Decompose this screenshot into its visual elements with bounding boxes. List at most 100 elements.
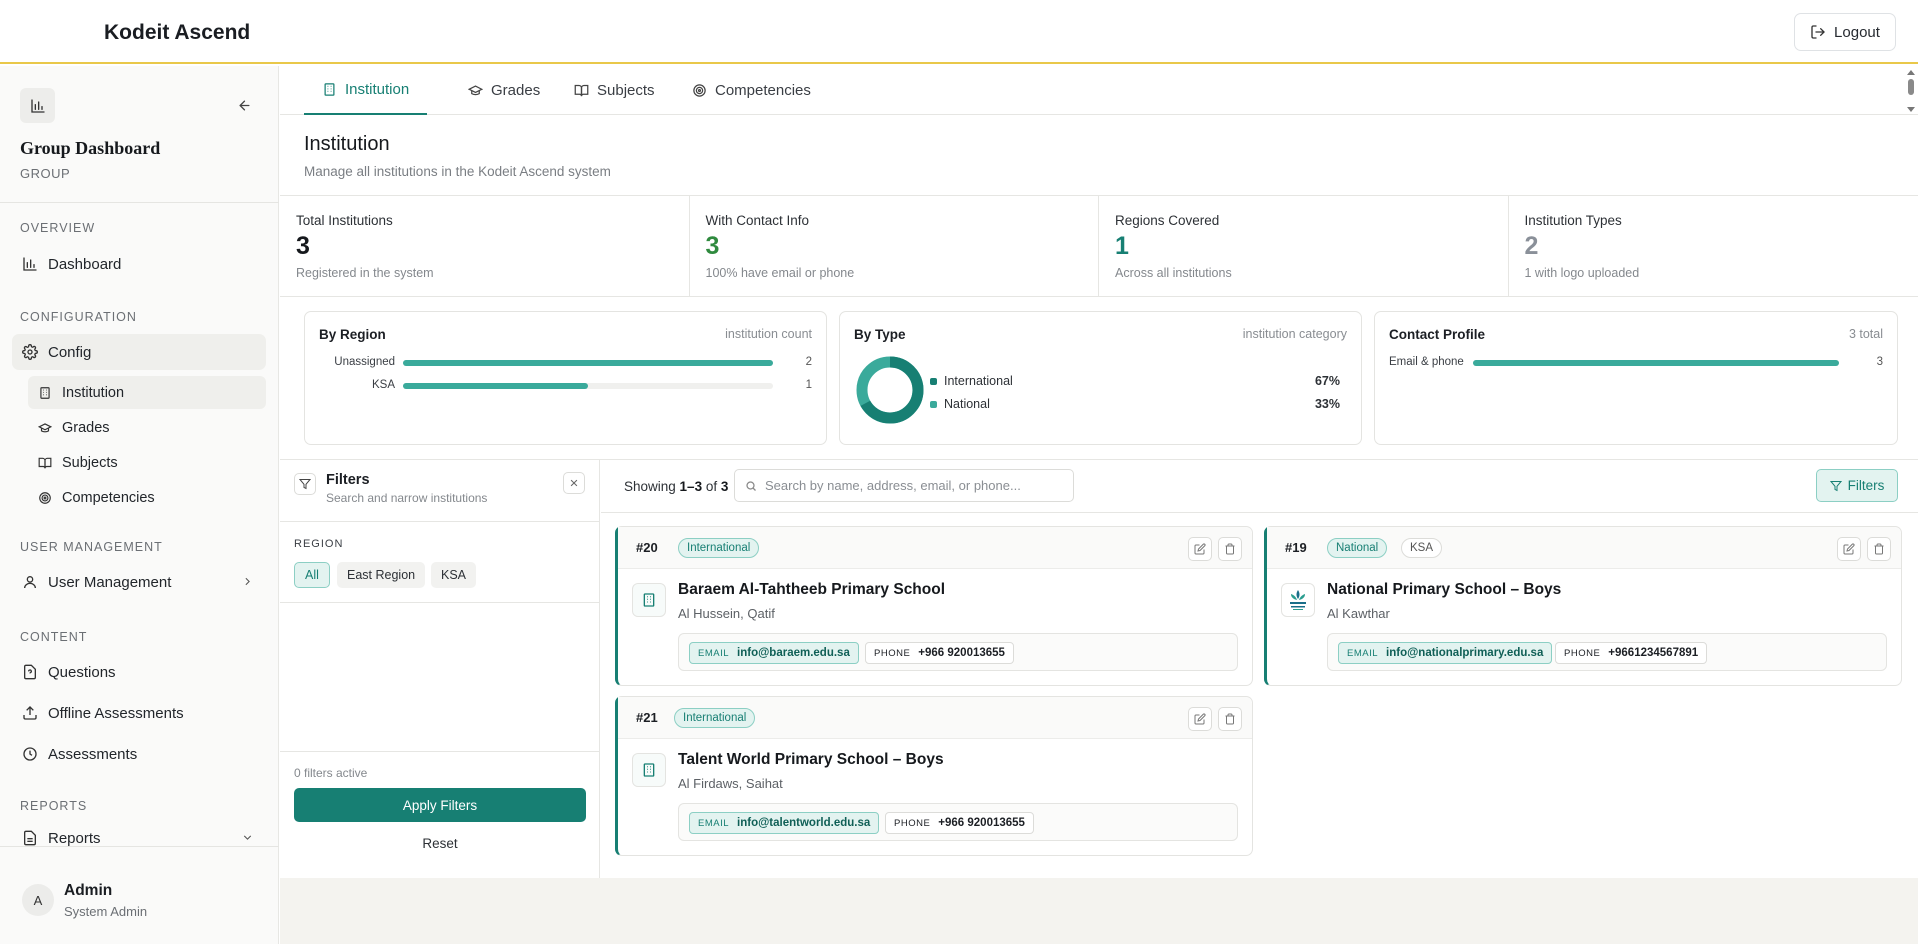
delete-button[interactable] bbox=[1867, 537, 1891, 561]
close-icon bbox=[570, 479, 578, 487]
logout-label: Logout bbox=[1834, 23, 1880, 41]
building-icon bbox=[632, 583, 666, 617]
card-header: #20 International bbox=[618, 527, 1252, 569]
legend-dot bbox=[930, 400, 937, 408]
sidebar-subitem-institution[interactable]: Institution bbox=[28, 376, 266, 409]
book-icon bbox=[574, 84, 589, 97]
summary-cards: By Region institution count Unassigned 2… bbox=[304, 311, 1898, 445]
tab-bar: Institution Grades Subjects Competencies bbox=[280, 66, 1918, 115]
phone-key: PHONE bbox=[894, 817, 931, 829]
institution-id: #21 bbox=[636, 710, 658, 725]
sidebar-subitem-grades[interactable]: Grades bbox=[28, 411, 266, 444]
sidebar-item-label: Questions bbox=[48, 663, 116, 681]
delete-button[interactable] bbox=[1218, 707, 1242, 731]
building-icon bbox=[40, 386, 50, 399]
graduation-cap-icon bbox=[468, 85, 483, 96]
filter-icon bbox=[294, 473, 316, 495]
results-divider bbox=[601, 512, 1918, 513]
phone-value: +966 920013655 bbox=[938, 817, 1025, 829]
by-type-card: By Type institution category Internation… bbox=[839, 311, 1362, 445]
gear-icon bbox=[22, 344, 38, 360]
phone-pill[interactable]: PHONE +966 920013655 bbox=[885, 812, 1034, 834]
school-logo bbox=[1281, 583, 1315, 617]
institution-name: National Primary School – Boys bbox=[1327, 581, 1562, 598]
edit-icon bbox=[1843, 543, 1855, 555]
stat-note: 100% have email or phone bbox=[705, 266, 855, 280]
search-input[interactable] bbox=[765, 478, 1065, 493]
phone-pill[interactable]: PHONE +966 920013655 bbox=[865, 642, 1014, 664]
top-bar: Kodeit Ascend Logout bbox=[0, 0, 1918, 64]
sidebar-item-label: Assessments bbox=[48, 745, 138, 763]
stat-note: Across all institutions bbox=[1115, 266, 1232, 280]
bar-chart-icon bbox=[20, 88, 55, 123]
stat-label: Institution Types bbox=[1524, 213, 1622, 228]
region-chip-all[interactable]: All bbox=[294, 562, 330, 588]
tab-scrollbar[interactable] bbox=[1906, 68, 1916, 114]
sidebar-item-dashboard[interactable]: Dashboard bbox=[12, 246, 266, 282]
close-filters-button[interactable] bbox=[563, 472, 585, 494]
panel-note: institution count bbox=[725, 327, 812, 341]
results-prefix: Showing bbox=[624, 479, 680, 494]
sidebar-item-assessments[interactable]: Assessments bbox=[12, 736, 266, 772]
phone-key: PHONE bbox=[1564, 647, 1601, 659]
region-chip-east-region[interactable]: East Region bbox=[337, 562, 426, 588]
bar-track bbox=[403, 360, 773, 366]
sidebar-subitem-competencies[interactable]: Competencies bbox=[28, 481, 266, 514]
sidebar-item-user-management[interactable]: User Management bbox=[12, 564, 266, 600]
card-header: #19 National KSA bbox=[1267, 527, 1901, 569]
region-chip-ksa[interactable]: KSA bbox=[431, 562, 477, 588]
stat-note: 1 with logo uploaded bbox=[1524, 266, 1640, 280]
type-badge: National bbox=[1327, 538, 1388, 558]
chevron-down-icon bbox=[243, 835, 252, 840]
sidebar-subitem-subjects[interactable]: Subjects bbox=[28, 446, 266, 479]
edit-button[interactable] bbox=[1837, 537, 1861, 561]
graduation-cap-icon bbox=[38, 422, 52, 432]
email-pill[interactable]: EMAIL info@nationalprimary.edu.sa bbox=[1338, 642, 1553, 664]
legend-label: International bbox=[944, 374, 1013, 388]
panel-title: By Region bbox=[319, 327, 386, 342]
email-key: EMAIL bbox=[1347, 647, 1379, 659]
institution-card[interactable]: #21 International Talent World Primary S… bbox=[615, 696, 1253, 856]
phone-pill[interactable]: PHONE +9661234567891 bbox=[1555, 642, 1708, 664]
reset-filters-button[interactable]: Reset bbox=[294, 828, 586, 858]
tab-competencies[interactable]: Competencies bbox=[674, 66, 829, 115]
bar-value: 3 bbox=[1876, 356, 1883, 368]
collapse-sidebar-button[interactable] bbox=[233, 94, 255, 116]
tab-label: Institution bbox=[345, 81, 410, 98]
sidebar-item-label: Reports bbox=[48, 829, 101, 847]
stat-note: Registered in the system bbox=[296, 266, 434, 280]
sidebar-item-questions[interactable]: Questions bbox=[12, 654, 266, 690]
email-pill[interactable]: EMAIL info@talentworld.edu.sa bbox=[689, 812, 880, 834]
tab-grades[interactable]: Grades bbox=[450, 66, 558, 115]
delete-button[interactable] bbox=[1218, 537, 1242, 561]
sidebar-item-reports[interactable]: Reports bbox=[12, 823, 266, 853]
section-overview: OVERVIEW bbox=[20, 221, 96, 235]
sidebar-item-config[interactable]: Config bbox=[12, 334, 266, 370]
filters-toggle-button[interactable]: Filters bbox=[1816, 469, 1898, 502]
upload-icon bbox=[23, 706, 37, 720]
logout-button[interactable]: Logout bbox=[1794, 13, 1896, 51]
filter-icon bbox=[1829, 480, 1842, 491]
stat-value: 3 bbox=[296, 232, 310, 260]
email-pill[interactable]: EMAIL info@baraem.edu.sa bbox=[689, 642, 859, 664]
filters-divider bbox=[280, 751, 600, 752]
stat-value: 2 bbox=[1524, 232, 1539, 260]
tab-subjects[interactable]: Subjects bbox=[556, 66, 673, 115]
stat-value: 1 bbox=[1115, 232, 1129, 260]
target-icon bbox=[39, 491, 51, 504]
institution-card[interactable]: #20 International Baraem Al-Tahtheeb Pri… bbox=[615, 526, 1253, 686]
institution-card[interactable]: #19 National KSA National Primary School… bbox=[1264, 526, 1902, 686]
edit-button[interactable] bbox=[1188, 537, 1212, 561]
sidebar-item-label: Dashboard bbox=[48, 255, 122, 273]
tab-institution[interactable]: Institution bbox=[304, 66, 428, 115]
apply-filters-button[interactable]: Apply Filters bbox=[294, 788, 586, 822]
building-icon bbox=[324, 83, 335, 96]
file-text-icon bbox=[24, 830, 36, 846]
sidebar-item-label: Grades bbox=[62, 419, 110, 436]
email-key: EMAIL bbox=[698, 817, 730, 829]
sidebar-item-offline-assessments[interactable]: Offline Assessments bbox=[12, 695, 266, 731]
edit-button[interactable] bbox=[1188, 707, 1212, 731]
sidebar-divider bbox=[0, 202, 279, 203]
results-of: of bbox=[702, 479, 721, 494]
stat-regions-covered: Regions Covered 1 Across all institution… bbox=[1099, 196, 1509, 296]
